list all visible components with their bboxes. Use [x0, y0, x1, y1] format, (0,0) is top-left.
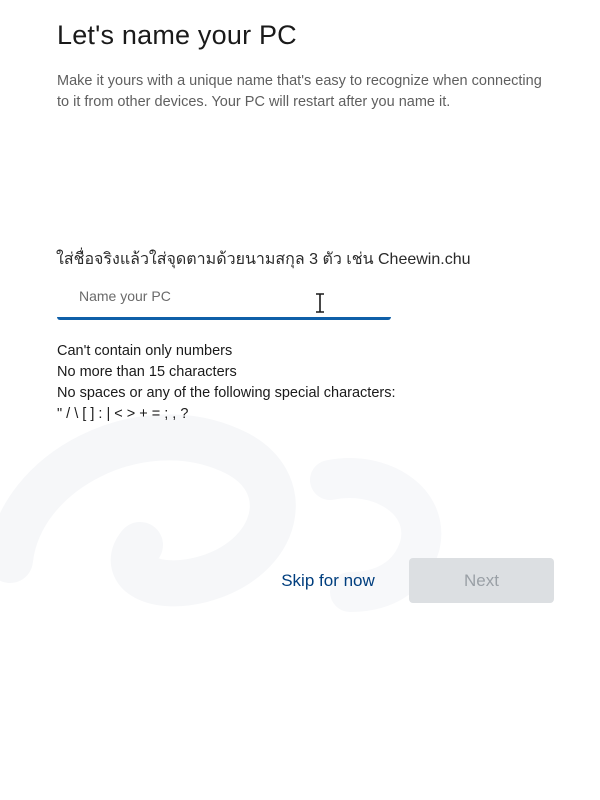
next-button[interactable]: Next — [409, 558, 554, 603]
oobe-name-pc-page: Let's name your PC Make it yours with a … — [0, 0, 600, 800]
rule-item: " / \ [ ] : | < > + = ; , ? — [57, 406, 189, 422]
page-description: Make it yours with a unique name that's … — [57, 73, 542, 110]
pc-name-field — [57, 278, 391, 320]
name-format-hint: ใส่ชื่อจริงแล้วใส่จุดตามด้วยนามสกุล 3 ตั… — [56, 251, 471, 268]
skip-for-now-button[interactable]: Skip for now — [265, 559, 391, 603]
input-focus-underline — [57, 317, 391, 320]
rule-item: No spaces or any of the following specia… — [57, 385, 396, 401]
rule-item: No more than 15 characters — [57, 364, 237, 380]
rule-item: Can't contain only numbers — [57, 343, 233, 359]
naming-rules-list: Can't contain only numbers No more than … — [57, 341, 396, 425]
pc-name-input[interactable] — [57, 278, 391, 317]
page-title: Let's name your PC — [57, 20, 297, 50]
i-beam-cursor-icon — [316, 293, 324, 313]
